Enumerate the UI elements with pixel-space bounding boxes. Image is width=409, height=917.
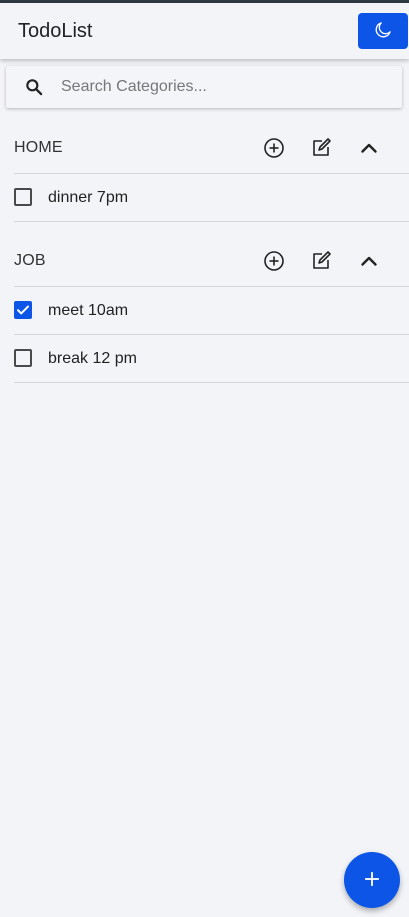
- category-name: JOB: [14, 252, 46, 269]
- chevron-up-icon: [357, 249, 381, 273]
- task-label: break 12 pm: [48, 350, 137, 367]
- collapse-button-job[interactable]: [357, 249, 381, 273]
- app-header: TodoList: [0, 3, 409, 59]
- edit-category-button-home[interactable]: [309, 136, 333, 160]
- plus-icon: [361, 868, 383, 893]
- add-task-button-home[interactable]: [262, 136, 286, 160]
- edit-icon: [309, 249, 333, 273]
- add-circle-icon: [262, 136, 286, 160]
- app-title: TodoList: [18, 20, 93, 42]
- search-icon: [24, 77, 44, 97]
- search-box: [6, 66, 402, 108]
- task-row: dinner 7pm: [14, 174, 409, 221]
- task-checkbox[interactable]: [14, 188, 32, 206]
- moon-icon: [373, 20, 393, 43]
- category-name: HOME: [14, 139, 63, 156]
- chevron-up-icon: [357, 136, 381, 160]
- task-checkbox[interactable]: [14, 349, 32, 367]
- todo-app: TodoList HOME: [0, 0, 409, 917]
- task-label: meet 10am: [48, 302, 129, 319]
- task-label: dinner 7pm: [48, 189, 129, 206]
- divider: [14, 221, 409, 222]
- search-input[interactable]: [61, 75, 381, 99]
- edit-icon: [309, 136, 333, 160]
- edit-category-button-job[interactable]: [309, 249, 333, 273]
- add-circle-icon: [262, 249, 286, 273]
- divider: [14, 382, 409, 383]
- collapse-button-home[interactable]: [357, 136, 381, 160]
- category-header-home: HOME: [14, 124, 409, 172]
- theme-toggle-button[interactable]: [358, 13, 408, 49]
- task-checkbox-checked[interactable]: [14, 301, 32, 319]
- add-category-fab[interactable]: [344, 852, 400, 908]
- category-header-job: JOB: [14, 237, 409, 285]
- task-row: break 12 pm: [14, 335, 409, 382]
- add-task-button-job[interactable]: [262, 249, 286, 273]
- task-row: meet 10am: [14, 287, 409, 334]
